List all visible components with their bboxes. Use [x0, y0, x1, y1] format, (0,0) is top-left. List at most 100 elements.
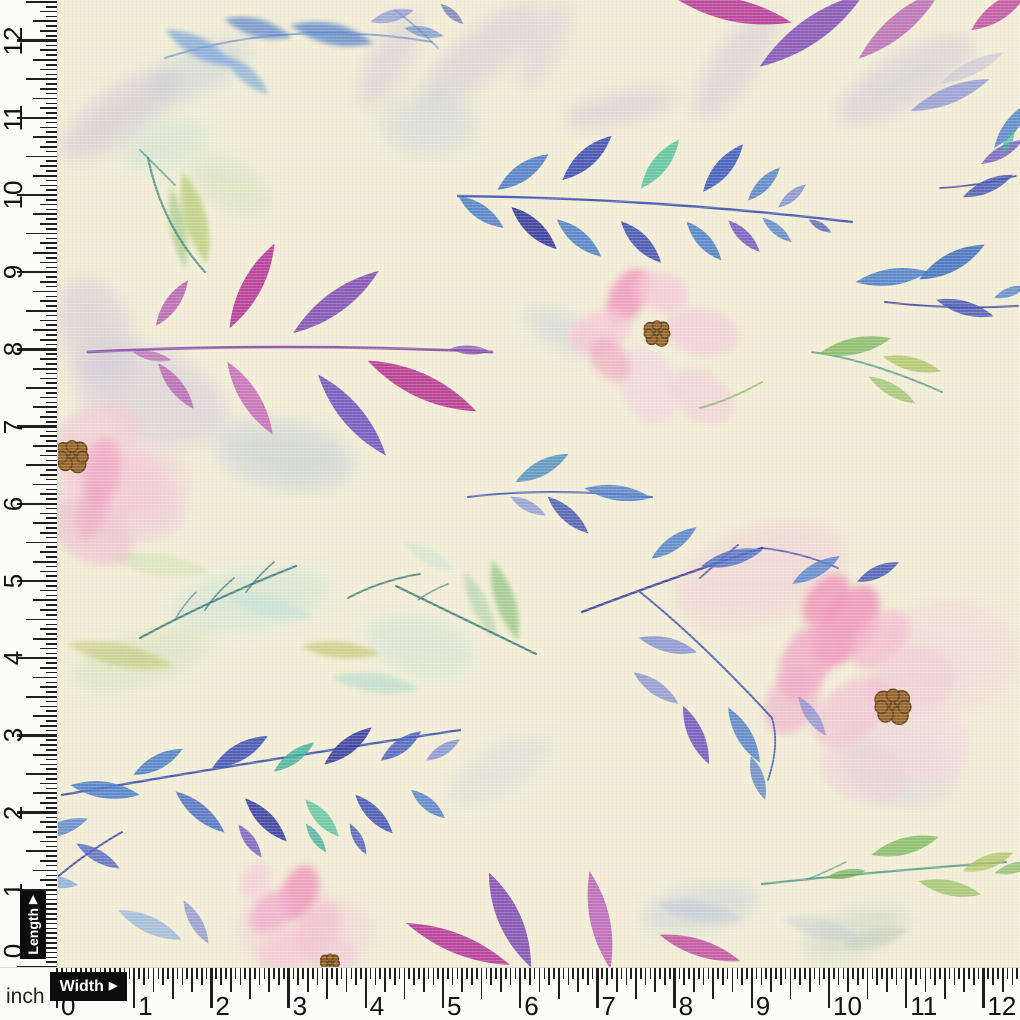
ruler-tick: [732, 968, 734, 992]
ruler-tick: [1016, 968, 1018, 979]
ruler-tick: [394, 968, 396, 985]
leaf-motif: [69, 777, 141, 803]
ruler-tick: [46, 64, 57, 66]
ruler-tick: [886, 968, 888, 992]
ruler-tick: [46, 228, 57, 230]
fabric-print-artwork: [0, 0, 1020, 967]
ruler-tick: [33, 792, 57, 794]
ruler-number: 5: [0, 568, 26, 594]
ruler-tick: [355, 968, 357, 985]
ruler-tick: [225, 968, 227, 979]
leaf-motif: [697, 139, 749, 197]
ruler-tick: [346, 968, 348, 992]
ruler-tick: [46, 421, 57, 423]
ruler-tick: [790, 968, 792, 999]
ruler-tick: [46, 778, 57, 780]
ruler-tick: [33, 677, 57, 679]
leaf-motif: [270, 737, 318, 776]
ruler-tick: [33, 445, 57, 447]
ruler-tick: [46, 604, 57, 606]
ruler-tick: [46, 788, 57, 790]
ruler-tick: [46, 633, 57, 635]
ruler-tick: [46, 865, 57, 867]
ruler-tick: [452, 968, 454, 985]
ruler-tick: [46, 112, 57, 114]
ruler-tick: [40, 590, 57, 592]
leaf-motif: [171, 786, 230, 839]
ruler-tick: [46, 682, 57, 684]
ruler-tick: [46, 25, 57, 27]
ruler-tick: [40, 686, 57, 688]
ruler-tick: [384, 968, 386, 992]
leaf-motif: [287, 262, 385, 341]
ruler-tick: [611, 968, 613, 979]
ruler-tick: [46, 93, 57, 95]
ruler-tick: [1012, 968, 1014, 985]
ruler-tick: [838, 968, 840, 985]
leaf-motif: [73, 838, 122, 873]
ruler-tick: [650, 968, 652, 979]
ruler-tick: [823, 968, 825, 979]
ruler-tick: [857, 968, 859, 985]
ruler-tick: [264, 968, 266, 979]
leaf-motif: [423, 735, 462, 765]
ruler-tick: [901, 968, 903, 979]
ruler-tick: [997, 968, 999, 979]
ruler-tick: [148, 968, 150, 979]
flower-center-motif: [56, 441, 88, 473]
ruler-tick: [196, 968, 198, 979]
ruler-tick: [40, 281, 57, 283]
ruler-tick: [40, 744, 57, 746]
ruler-tick: [40, 300, 57, 302]
ruler-tick: [46, 952, 57, 954]
ruler-tick: [905, 968, 908, 1008]
ruler-tick: [206, 968, 208, 979]
leaf-motif: [966, 0, 1020, 37]
ruler-tick: [33, 59, 57, 61]
ruler-tick: [606, 968, 608, 985]
ruler-tick: [46, 749, 57, 751]
ruler-tick: [46, 460, 57, 462]
ruler-tick: [46, 103, 57, 105]
leaf-motif: [346, 821, 370, 856]
ruler-tick: [40, 455, 57, 457]
ruler-tick: [40, 146, 57, 148]
ruler-tick: [33, 561, 57, 563]
ruler-tick: [46, 180, 57, 182]
ruler-tick: [847, 968, 849, 992]
watercolor-wash: [436, 718, 565, 821]
ruler-tick: [230, 968, 232, 992]
ruler-tick: [283, 968, 285, 979]
ruler-tick: [519, 968, 522, 1008]
ruler-tick: [46, 209, 57, 211]
ruler-tick: [563, 968, 565, 979]
ruler-tick: [33, 484, 57, 486]
ruler-tick: [46, 672, 57, 674]
unit-label: inch: [6, 985, 45, 1009]
ruler-tick: [688, 968, 690, 979]
ruler-tick: [973, 968, 975, 985]
ruler-tick: [46, 257, 57, 259]
ruler-tick: [765, 968, 767, 979]
ruler-tick: [40, 165, 57, 167]
ruler-tick: [215, 968, 217, 979]
ruler-tick: [40, 262, 57, 264]
leaf-motif: [552, 214, 606, 263]
ruler-tick: [360, 968, 362, 979]
ruler-tick: [133, 968, 136, 1008]
stem-motif: [418, 584, 448, 600]
ruler-tick: [46, 932, 57, 934]
ruler-tick: [331, 968, 333, 979]
ruler-tick: [693, 968, 695, 992]
ruler-tick: [46, 305, 57, 307]
ruler-tick: [143, 968, 145, 985]
ruler-tick: [664, 968, 666, 985]
ruler-tick: [40, 764, 57, 766]
leaf-motif: [648, 522, 701, 565]
ruler-number: 11: [910, 993, 937, 1020]
ruler-tick: [46, 16, 57, 18]
ruler-tick: [33, 599, 57, 601]
ruler-tick: [930, 968, 932, 979]
ruler-tick: [287, 968, 290, 1008]
ruler-tick: [881, 968, 883, 979]
